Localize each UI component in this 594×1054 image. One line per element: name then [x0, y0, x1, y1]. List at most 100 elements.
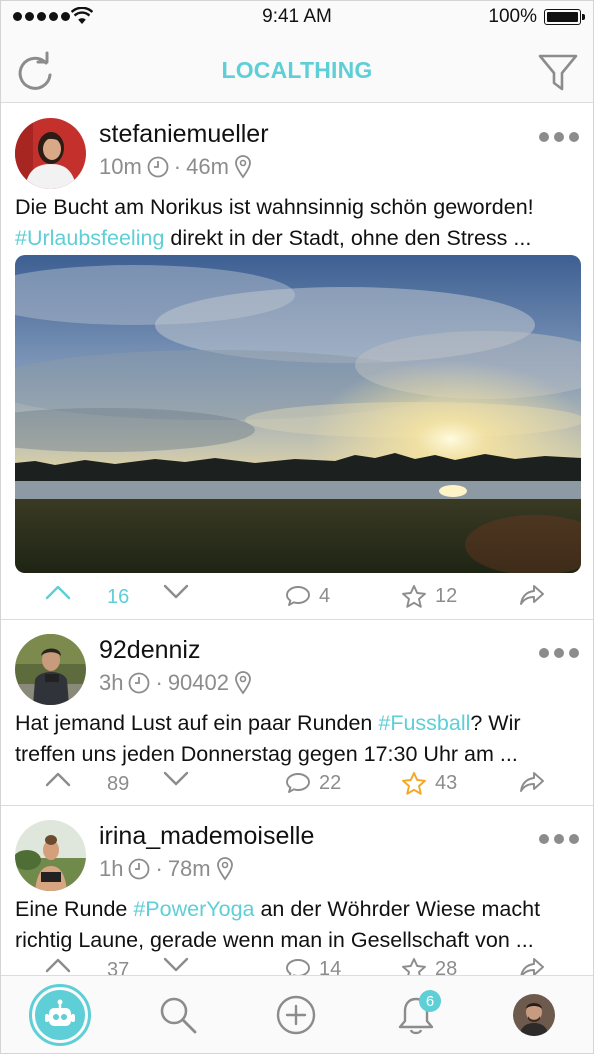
vote-count: 16 [107, 586, 130, 608]
more-options-icon[interactable] [539, 648, 579, 658]
post-distance: 46m [186, 154, 229, 179]
post-card[interactable]: 92denniz 3h · 90402 Hat jemand Lust auf … [1, 620, 593, 806]
battery-icon [544, 9, 585, 25]
nav-bar: LOCALTHING [1, 33, 593, 103]
home-tab-indicator [29, 984, 91, 1046]
comment-icon [286, 773, 310, 793]
post-username[interactable]: stefaniemueller [99, 120, 269, 149]
post-text-line: #Urlaubsfeeling direkt in der Stadt, ohn… [15, 223, 581, 254]
tab-bar: 6 [1, 975, 593, 1053]
post-text-line: Eine Runde #PowerYoga an der Wöhrder Wie… [15, 894, 581, 925]
search-icon [160, 997, 197, 1034]
post-actions: 16 4 12 [1, 576, 593, 616]
chevron-up-icon [45, 772, 71, 787]
chevron-down-icon [163, 957, 189, 972]
status-bar: 9:41 AM 100% [1, 1, 593, 33]
clock-icon [129, 672, 150, 694]
post-text-fragment: an der Wöhrder Wiese macht [254, 897, 541, 921]
avatar[interactable] [15, 820, 86, 891]
star-icon [402, 585, 426, 608]
battery-percent: 100% [488, 6, 537, 27]
downvote-button[interactable] [163, 771, 189, 787]
profile-avatar [513, 994, 555, 1036]
star-count: 12 [435, 585, 458, 607]
post-text[interactable]: Die Bucht am Norikus ist wahnsinnig schö… [15, 192, 581, 254]
share-button[interactable] [519, 584, 545, 606]
comment-count: 22 [319, 771, 342, 794]
post-meta: 1h · 78m [99, 856, 234, 882]
tab-notifications[interactable]: 6 [377, 976, 455, 1053]
tab-home[interactable] [21, 976, 99, 1053]
app-screen: 9:41 AM 100% LOCALTHING stefaniemueller … [0, 0, 594, 1054]
share-icon [520, 772, 544, 792]
location-pin-icon [235, 671, 251, 695]
more-options-icon[interactable] [539, 834, 579, 844]
share-icon [520, 958, 544, 977]
share-button[interactable] [519, 771, 545, 793]
comment-count: 4 [319, 584, 331, 607]
post-distance: 90402 [167, 670, 229, 695]
post-text-fragment: direkt in der Stadt, ohne den Stress ... [164, 226, 532, 250]
comment-icon [286, 959, 310, 977]
post-photo[interactable] [15, 255, 581, 573]
post-card[interactable]: stefaniemueller 10m · 46m Die Bucht am N… [1, 104, 593, 620]
star-button[interactable]: 28 [401, 957, 457, 977]
star-button[interactable]: 43 [401, 771, 457, 796]
meta-separator: · [155, 670, 163, 695]
downvote-button[interactable] [163, 957, 189, 973]
share-button[interactable] [519, 957, 545, 977]
location-pin-icon [235, 155, 251, 179]
hashtag-link[interactable]: #PowerYoga [133, 897, 254, 921]
upvote-button[interactable] [45, 957, 71, 973]
filter-icon[interactable] [537, 53, 579, 93]
comment-icon [286, 586, 310, 606]
chevron-down-icon [163, 771, 189, 786]
tab-add-post[interactable] [257, 976, 335, 1053]
chevron-up-icon [45, 958, 71, 973]
tab-profile[interactable] [495, 976, 573, 1053]
post-text-fragment: ? Wir [470, 711, 521, 735]
post-text-fragment: Eine Runde [15, 897, 134, 921]
post-actions: 89 22 43 [1, 763, 593, 803]
chevron-up-icon [45, 585, 71, 600]
post-text[interactable]: Hat jemand Lust auf ein paar Runden #Fus… [15, 708, 581, 770]
avatar[interactable] [15, 634, 86, 705]
hashtag-link[interactable]: #Fussball [378, 711, 470, 735]
star-icon [402, 958, 426, 977]
post-age: 3h [99, 670, 124, 695]
clock-icon [129, 858, 150, 880]
downvote-button[interactable] [163, 584, 189, 600]
post-text-line: Hat jemand Lust auf ein paar Runden #Fus… [15, 708, 581, 739]
post-text-line: Die Bucht am Norikus ist wahnsinnig schö… [15, 195, 534, 219]
post-meta: 3h · 90402 [99, 670, 252, 696]
star-button[interactable]: 12 [401, 584, 457, 609]
clock-icon [147, 156, 169, 178]
vote-count: 89 [107, 773, 130, 795]
post-username[interactable]: 92denniz [99, 636, 200, 665]
post-feed[interactable]: stefaniemueller 10m · 46m Die Bucht am N… [1, 104, 593, 977]
comment-button[interactable]: 14 [285, 957, 341, 977]
location-pin-icon [216, 857, 233, 881]
upvote-button[interactable] [45, 771, 71, 787]
chevron-down-icon [163, 584, 189, 599]
robot-icon [45, 999, 75, 1026]
tab-search[interactable] [139, 976, 217, 1053]
comment-button[interactable]: 4 [285, 584, 330, 608]
more-options-icon[interactable] [539, 132, 579, 142]
star-count: 43 [435, 772, 458, 794]
hashtag-link[interactable]: #Urlaubsfeeling [15, 226, 164, 250]
post-username[interactable]: irina_mademoiselle [99, 822, 314, 851]
post-text-fragment: Hat jemand Lust auf ein paar Runden [15, 711, 379, 735]
avatar[interactable] [15, 118, 86, 189]
post-card[interactable]: irina_mademoiselle 1h · 78m Eine Runde #… [1, 806, 593, 977]
comment-button[interactable]: 22 [285, 771, 341, 795]
post-age: 1h [99, 856, 124, 881]
post-meta: 10m · 46m [99, 154, 252, 180]
upvote-button[interactable] [45, 584, 71, 600]
post-text[interactable]: Eine Runde #PowerYoga an der Wöhrder Wie… [15, 894, 581, 956]
post-actions: 37 14 28 [1, 949, 593, 977]
meta-separator: · [173, 154, 182, 179]
star-icon [402, 772, 426, 795]
post-distance: 78m [167, 856, 211, 881]
share-icon [520, 585, 544, 605]
